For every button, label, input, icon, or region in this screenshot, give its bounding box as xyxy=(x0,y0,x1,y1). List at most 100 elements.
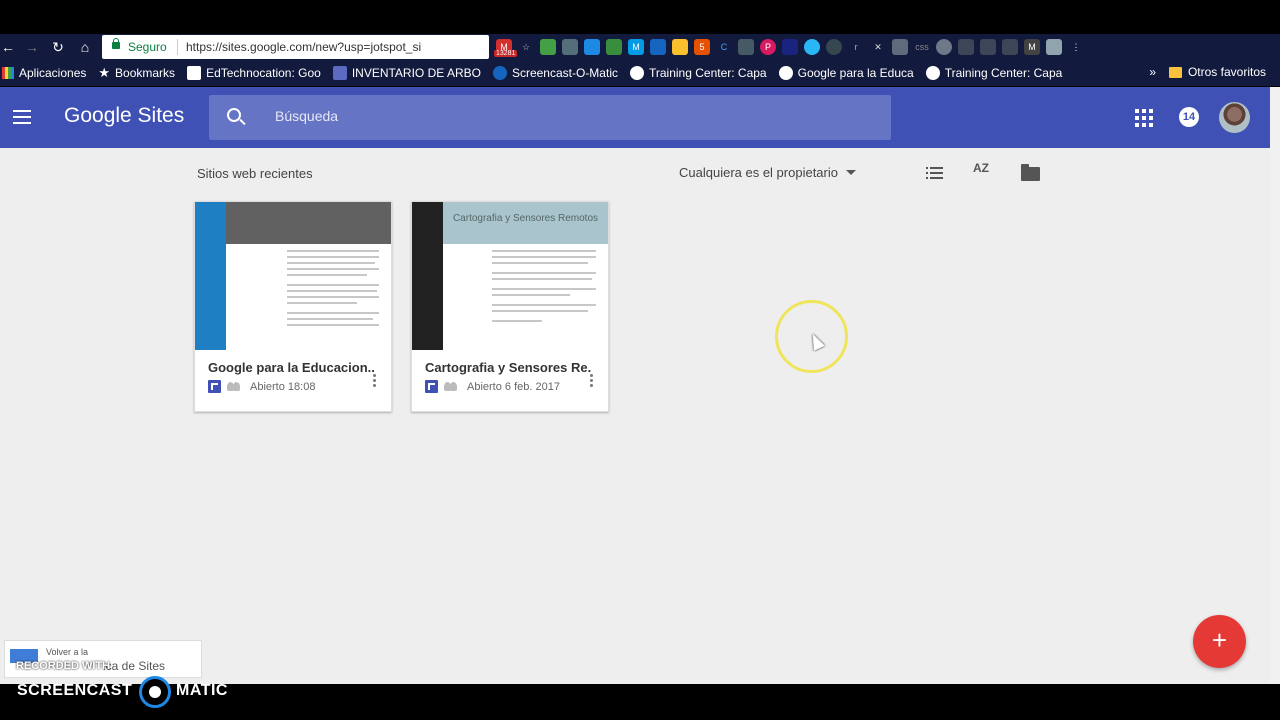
apps-grid-icon xyxy=(2,67,14,79)
envelope-ext-icon[interactable] xyxy=(1046,39,1062,55)
sites-icon xyxy=(425,380,438,393)
cloud-ext-icon[interactable] xyxy=(562,39,578,55)
back-to-classic-sites[interactable]: Volver a la ica de Sites xyxy=(4,640,202,678)
css-ext-icon[interactable]: css xyxy=(914,39,930,55)
bookmark-google-educa[interactable]: Google para la Educa xyxy=(778,66,914,80)
site-thumbnail: Cartografia y Sensores Remotos xyxy=(412,202,608,350)
shared-people-icon xyxy=(227,382,241,391)
sites-icon xyxy=(208,380,221,393)
search-ext-icon[interactable] xyxy=(738,39,754,55)
screen: ← → ↻ ⌂ Seguro https://sites.google.com/… xyxy=(0,0,1280,720)
google-icon xyxy=(925,66,940,80)
avatar[interactable] xyxy=(1219,102,1250,133)
top-black-bar xyxy=(0,0,1280,34)
check-ext-icon[interactable] xyxy=(936,39,952,55)
folder-icon[interactable] xyxy=(1021,164,1040,181)
circle-ext-icon[interactable] xyxy=(804,39,820,55)
owner-filter-dropdown[interactable]: Cualquiera es el propietario xyxy=(679,165,856,180)
google-icon xyxy=(778,66,793,80)
photo-ext-icon[interactable] xyxy=(540,39,556,55)
bookmark-training-1[interactable]: Training Center: Capa xyxy=(629,66,767,80)
back-snack-label: ica de Sites xyxy=(103,659,166,673)
more-options-icon[interactable] xyxy=(590,374,594,390)
search-box[interactable] xyxy=(209,95,891,140)
screencast-logo-icon xyxy=(139,676,171,708)
bookmark-label: INVENTARIO DE ARBO xyxy=(351,66,481,80)
site-opened-date: Abierto 6 feb. 2017 xyxy=(467,381,560,393)
ext-icon-b[interactable] xyxy=(980,39,996,55)
mail-ext-icon[interactable] xyxy=(892,39,908,55)
bookmark-label: Screencast-O-Matic xyxy=(511,66,618,80)
edtech-icon xyxy=(187,66,202,80)
apps-grid-icon[interactable] xyxy=(1135,109,1153,127)
more-bookmarks-button[interactable]: » xyxy=(1149,65,1156,79)
site-thumbnail xyxy=(195,202,391,350)
caret-down-icon xyxy=(845,170,856,175)
evernote-icon[interactable] xyxy=(606,39,622,55)
search-input[interactable] xyxy=(275,108,855,124)
list-view-icon[interactable] xyxy=(926,167,943,180)
notifications-badge[interactable]: 14 xyxy=(1179,107,1199,127)
create-site-button[interactable]: + xyxy=(1193,615,1246,668)
flag-ext-icon[interactable] xyxy=(782,39,798,55)
m-box-icon[interactable]: M xyxy=(1024,39,1040,55)
back-arrow-icon[interactable]: ← xyxy=(0,39,16,55)
screencast-label: SCREENCAST xyxy=(17,682,133,699)
site-card[interactable]: Cartografia y Sensores Remotos Cartograf… xyxy=(411,201,609,412)
shared-people-icon xyxy=(444,382,458,391)
sheet-icon xyxy=(332,66,347,80)
r-ext-icon[interactable]: r xyxy=(848,39,864,55)
app-logo[interactable]: Google Sites xyxy=(64,104,184,128)
site-title: Google para la Educacion... xyxy=(208,360,374,375)
screencast-ext-icon[interactable] xyxy=(826,39,842,55)
recorded-with-label: RECORDED WITH xyxy=(16,660,111,672)
back-snack-top: Volver a la xyxy=(46,647,89,657)
bookmark-star-icon[interactable]: ☆ xyxy=(518,39,534,55)
reload-icon[interactable]: ↻ xyxy=(50,39,66,55)
c-ext-icon[interactable]: C xyxy=(716,39,732,55)
section-title: Sitios web recientes xyxy=(197,166,313,181)
forward-arrow-icon[interactable]: → xyxy=(24,39,40,55)
url-text[interactable]: https://sites.google.com/new?usp=jotspot… xyxy=(186,40,482,54)
m-ext-icon[interactable]: M xyxy=(628,39,644,55)
window-ext-icon[interactable] xyxy=(650,39,666,55)
lock-icon xyxy=(112,38,120,49)
main-content: Sitios web recientes Cualquiera es el pr… xyxy=(0,148,1270,684)
site-opened-date: Abierto 18:08 xyxy=(250,381,316,393)
smiley-ext-icon[interactable] xyxy=(672,39,688,55)
bookmark-bookmarks[interactable]: ★ Bookmarks xyxy=(98,65,175,81)
pinterest-icon[interactable]: P xyxy=(760,39,776,55)
bookmark-label: Google para la Educa xyxy=(797,66,914,80)
other-favorites-label: Otros favoritos xyxy=(1187,65,1266,79)
bookmark-edtechnocation[interactable]: EdTechnocation: Goo xyxy=(187,66,321,80)
address-separator xyxy=(177,39,178,55)
owner-filter-label: Cualquiera es el propietario xyxy=(679,165,838,180)
html5-icon[interactable]: 5 xyxy=(694,39,710,55)
bookmark-screencast[interactable]: Screencast-O-Matic xyxy=(492,66,618,80)
search-icon[interactable] xyxy=(227,108,241,122)
bookmarks-bar: Aplicaciones ★ Bookmarks EdTechnocation:… xyxy=(0,60,1280,86)
sort-az-icon[interactable]: AZ xyxy=(973,162,989,174)
site-card[interactable]: Google para la Educacion... Abierto 18:0… xyxy=(194,201,392,412)
docs-ext-icon[interactable] xyxy=(584,39,600,55)
bookmark-inventario[interactable]: INVENTARIO DE ARBO xyxy=(332,66,481,80)
mail-badge: 13281 xyxy=(494,50,518,57)
other-favorites[interactable]: Otros favoritos xyxy=(1168,65,1266,79)
bookmark-label: Training Center: Capa xyxy=(648,66,767,80)
address-bar[interactable]: Seguro https://sites.google.com/new?usp=… xyxy=(102,35,489,59)
hamburger-menu-icon[interactable] xyxy=(13,110,31,124)
bookmark-training-2[interactable]: Training Center: Capa xyxy=(925,66,1062,80)
bookmark-label: EdTechnocation: Goo xyxy=(206,66,321,80)
home-icon[interactable]: ⌂ xyxy=(77,39,93,55)
ext-icon-a[interactable] xyxy=(958,39,974,55)
chrome-menu-icon[interactable]: ⋮ xyxy=(1068,39,1084,55)
tools-ext-icon[interactable]: ✕ xyxy=(870,39,886,55)
site-title: Cartografia y Sensores Re... xyxy=(425,360,591,375)
ext-icon-c[interactable] xyxy=(1002,39,1018,55)
screencast-icon xyxy=(492,66,507,80)
thumbnail-heading: Cartografia y Sensores Remotos xyxy=(452,213,599,224)
bookmark-aplicaciones[interactable]: Aplicaciones xyxy=(2,66,86,80)
more-options-icon[interactable] xyxy=(373,374,377,390)
app-header: Google Sites 14 xyxy=(0,87,1270,148)
scrollbar[interactable] xyxy=(1270,87,1280,684)
